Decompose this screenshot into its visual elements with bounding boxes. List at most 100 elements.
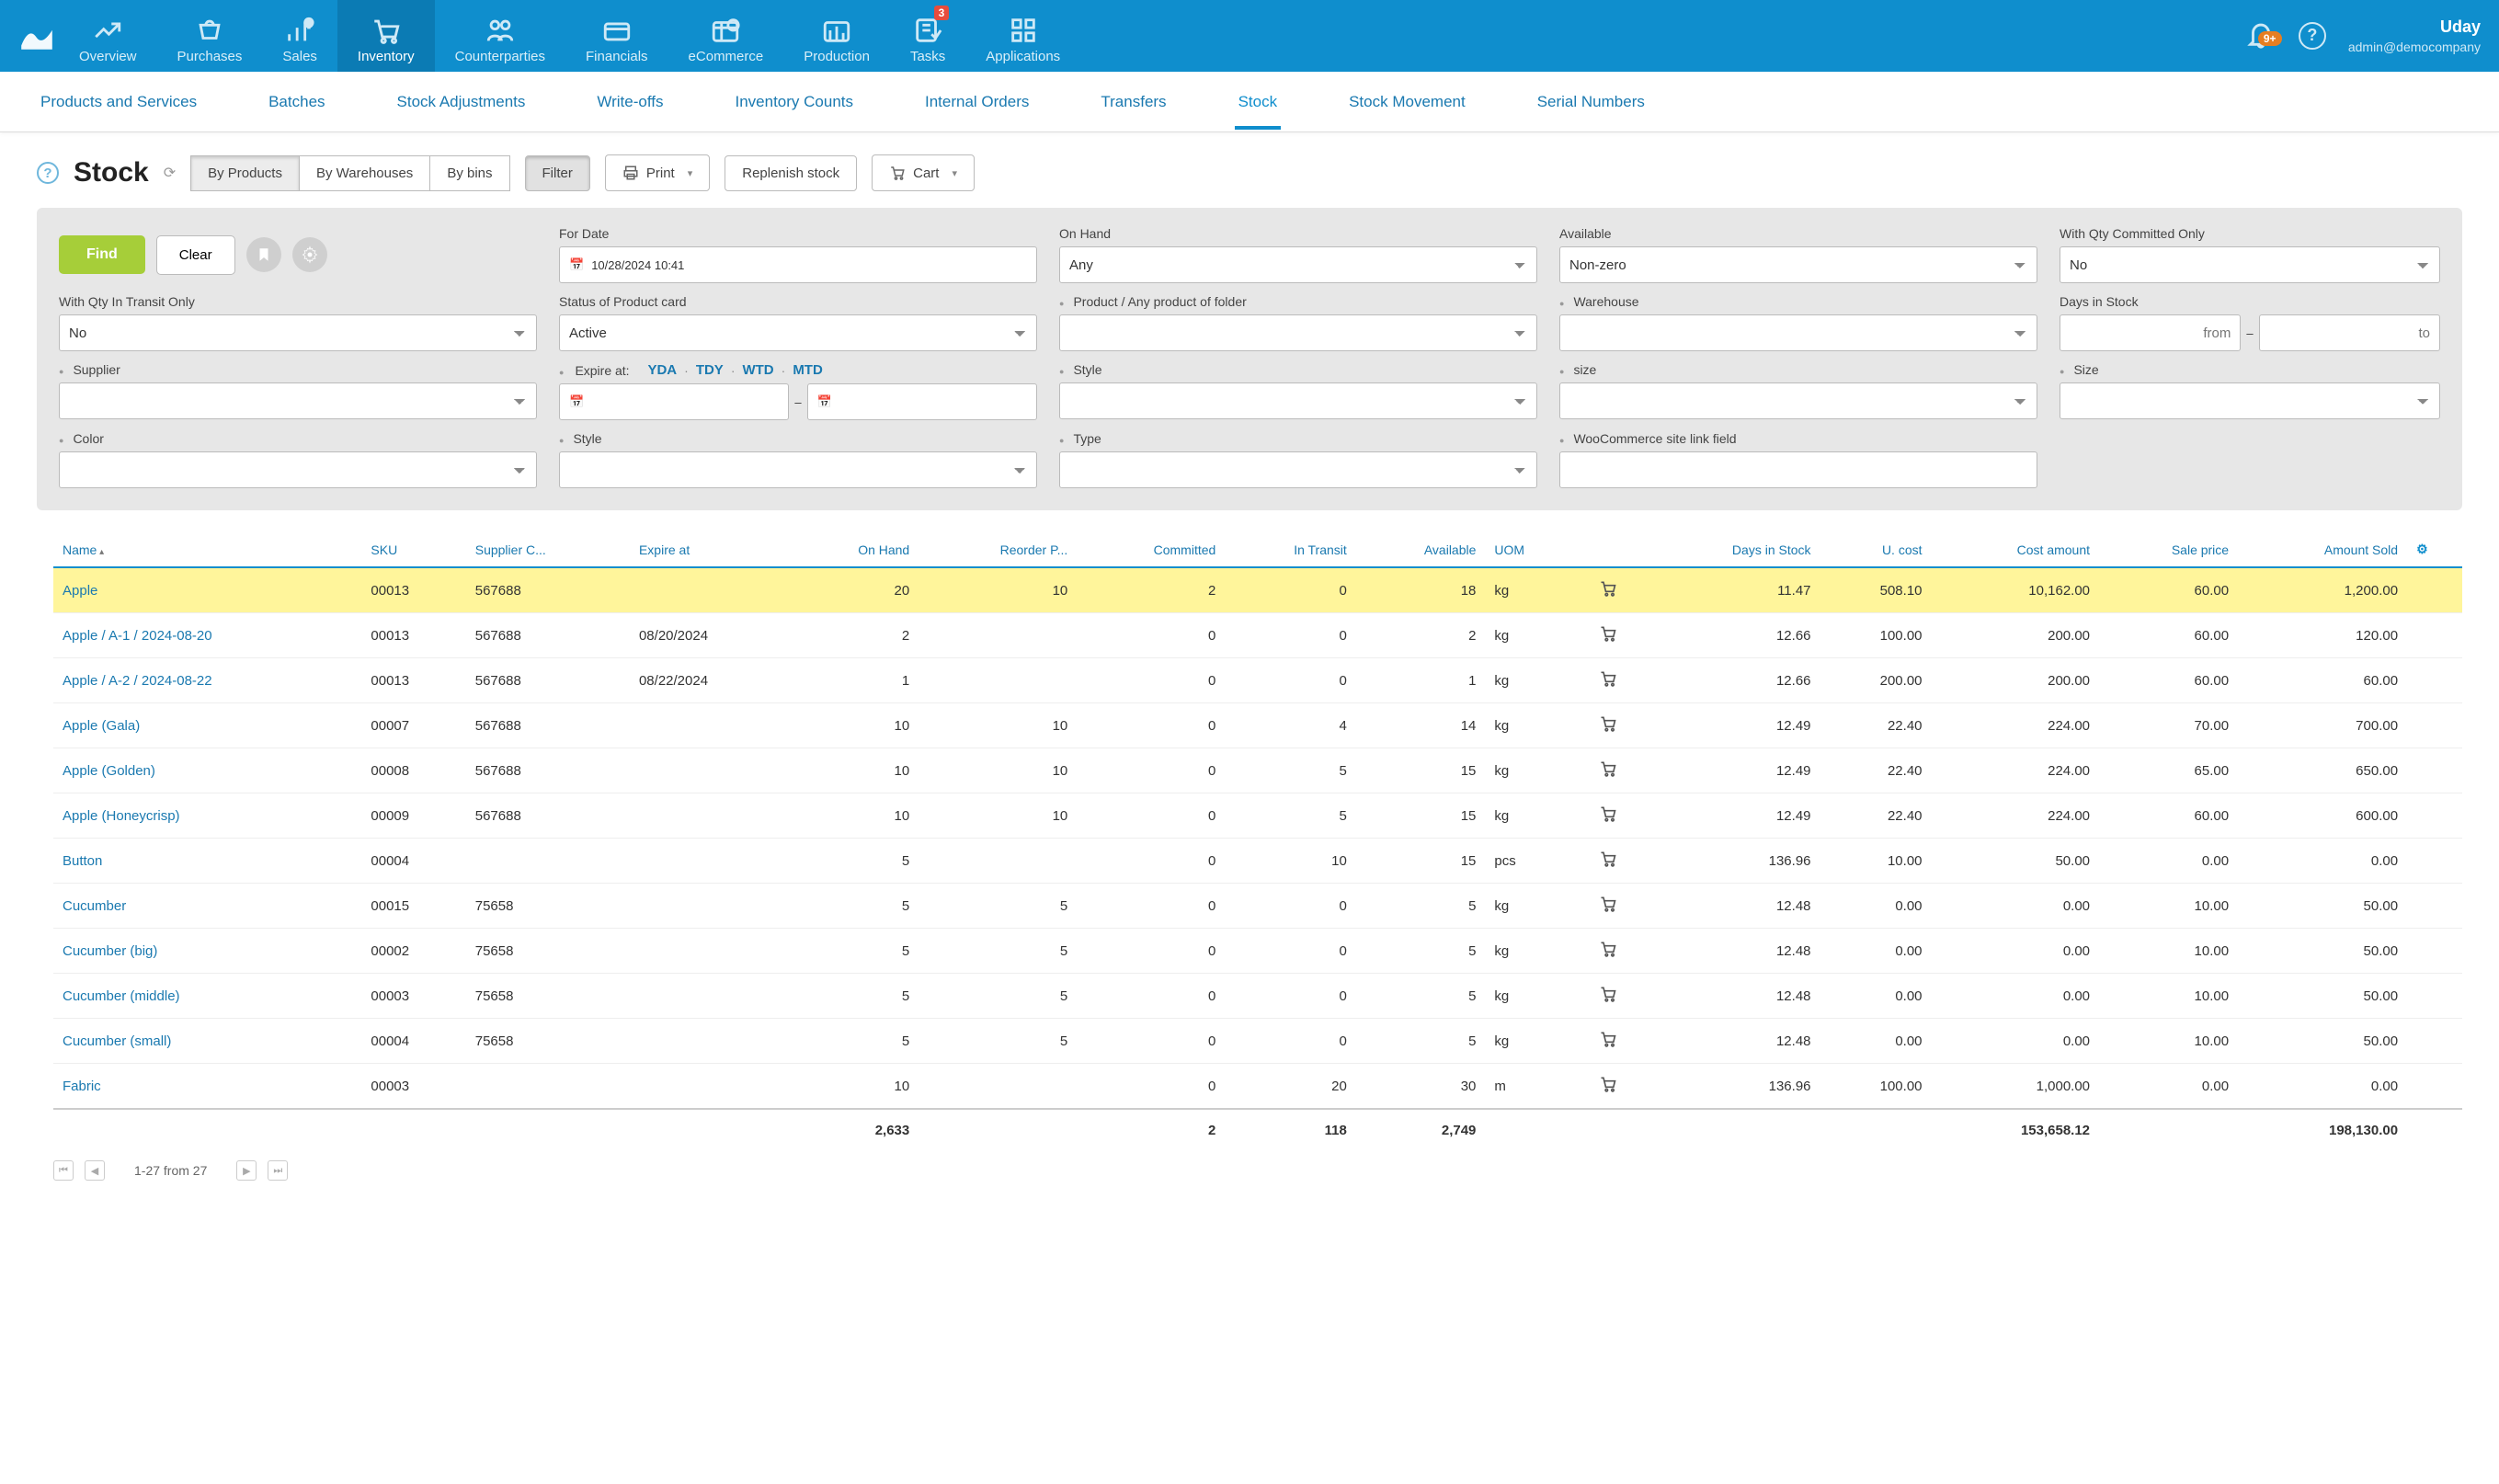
settings-gear-icon[interactable] xyxy=(292,237,327,272)
subnav-stock-movement[interactable]: Stock Movement xyxy=(1345,74,1469,130)
print-button[interactable]: Print xyxy=(605,154,710,191)
refresh-icon[interactable]: ⟳ xyxy=(164,164,176,182)
nav-tasks[interactable]: Tasks3 xyxy=(890,0,965,72)
page-help-icon[interactable]: ? xyxy=(37,162,59,184)
col-header[interactable]: Supplier C... xyxy=(466,532,630,567)
row-cart-icon[interactable] xyxy=(1599,669,1617,688)
col-header[interactable] xyxy=(1574,532,1641,567)
woo-input[interactable] xyxy=(1559,451,2037,488)
subnav-products-and-services[interactable]: Products and Services xyxy=(37,74,200,130)
row-cart-icon[interactable] xyxy=(1599,985,1617,1003)
size2-select[interactable] xyxy=(2060,382,2440,419)
warehouse-select[interactable] xyxy=(1559,314,2037,351)
col-header[interactable]: In Transit xyxy=(1225,532,1356,567)
row-cart-icon[interactable] xyxy=(1599,895,1617,913)
style2-select[interactable] xyxy=(559,451,1037,488)
available-select[interactable]: Non-zero xyxy=(1559,246,2037,283)
cell[interactable] xyxy=(1574,974,1641,1019)
subnav-stock[interactable]: Stock xyxy=(1235,74,1282,130)
col-header[interactable]: Reorder P... xyxy=(919,532,1077,567)
product-select[interactable] xyxy=(1059,314,1537,351)
days-from-input[interactable] xyxy=(2060,314,2241,351)
col-header[interactable]: UOM xyxy=(1485,532,1574,567)
row-cart-icon[interactable] xyxy=(1599,1030,1617,1048)
cell[interactable] xyxy=(1574,567,1641,613)
table-row[interactable]: Apple (Golden)0000856768810100515kg12.49… xyxy=(53,748,2462,793)
col-header[interactable]: Sale price xyxy=(2099,532,2238,567)
table-row[interactable]: Cucumber (middle)000037565855005kg12.480… xyxy=(53,974,2462,1019)
app-logo-icon[interactable] xyxy=(15,14,59,58)
table-row[interactable]: Cucumber000157565855005kg12.480.000.0010… xyxy=(53,884,2462,929)
table-row[interactable]: Apple0001356768820102018kg11.47508.1010,… xyxy=(53,567,2462,613)
table-row[interactable]: Apple (Honeycrisp)0000956768810100515kg1… xyxy=(53,793,2462,839)
find-button[interactable]: Find xyxy=(59,235,145,274)
cell[interactable] xyxy=(1574,884,1641,929)
table-row[interactable]: Button00004501015pcs136.9610.0050.000.00… xyxy=(53,839,2462,884)
cell[interactable] xyxy=(1574,929,1641,974)
cell[interactable] xyxy=(1574,839,1641,884)
cell[interactable] xyxy=(1574,613,1641,658)
cell[interactable] xyxy=(1574,703,1641,748)
status-select[interactable]: Active xyxy=(559,314,1037,351)
segment-by-bins[interactable]: By bins xyxy=(430,155,509,191)
expire-tdy[interactable]: TDY xyxy=(696,362,724,378)
table-row[interactable]: Apple (Gala)0000756768810100414kg12.4922… xyxy=(53,703,2462,748)
notifications-bell[interactable]: 9+ xyxy=(2245,18,2276,52)
segment-by-products[interactable]: By Products xyxy=(190,155,300,191)
for-date-input[interactable]: 📅10/28/2024 10:41 xyxy=(559,246,1037,283)
expire-wtd[interactable]: WTD xyxy=(742,362,773,378)
color-select[interactable] xyxy=(59,451,537,488)
expire-yda[interactable]: YDA xyxy=(647,362,677,378)
table-row[interactable]: Apple / A-2 / 2024-08-220001356768808/22… xyxy=(53,658,2462,703)
row-cart-icon[interactable] xyxy=(1599,805,1617,823)
col-header[interactable]: Expire at xyxy=(630,532,791,567)
cell[interactable] xyxy=(1574,1019,1641,1064)
nav-overview[interactable]: Overview xyxy=(59,0,157,72)
user-menu[interactable]: Uday admin@democompany xyxy=(2348,17,2481,55)
nav-inventory[interactable]: Inventory xyxy=(337,0,435,72)
col-header[interactable]: Available xyxy=(1356,532,1486,567)
cell[interactable] xyxy=(1574,1064,1641,1110)
cell[interactable] xyxy=(1574,748,1641,793)
subnav-write-offs[interactable]: Write-offs xyxy=(593,74,667,130)
nav-sales[interactable]: $Sales xyxy=(262,0,337,72)
row-cart-icon[interactable] xyxy=(1599,759,1617,778)
subnav-inventory-counts[interactable]: Inventory Counts xyxy=(731,74,857,130)
qty-transit-select[interactable]: No xyxy=(59,314,537,351)
bookmark-icon[interactable] xyxy=(246,237,281,272)
pager-last[interactable]: ⏭ xyxy=(268,1160,288,1181)
nav-ecommerce[interactable]: eCommerce xyxy=(668,0,784,72)
help-icon[interactable]: ? xyxy=(2299,22,2326,50)
style1-select[interactable] xyxy=(1059,382,1537,419)
col-header[interactable]: U. cost xyxy=(1820,532,1932,567)
subnav-batches[interactable]: Batches xyxy=(265,74,328,130)
row-cart-icon[interactable] xyxy=(1599,1075,1617,1093)
expire-to-input[interactable]: 📅 xyxy=(807,383,1037,420)
column-settings-icon[interactable]: ⚙ xyxy=(2407,532,2462,567)
col-header[interactable]: SKU xyxy=(361,532,465,567)
subnav-serial-numbers[interactable]: Serial Numbers xyxy=(1534,74,1649,130)
cell[interactable] xyxy=(1574,658,1641,703)
supplier-select[interactable] xyxy=(59,382,537,419)
nav-financials[interactable]: Financials xyxy=(565,0,668,72)
row-cart-icon[interactable] xyxy=(1599,624,1617,643)
nav-applications[interactable]: Applications xyxy=(965,0,1080,72)
pager-next[interactable]: ▶ xyxy=(236,1160,257,1181)
nav-counterparties[interactable]: Counterparties xyxy=(435,0,565,72)
row-cart-icon[interactable] xyxy=(1599,714,1617,733)
row-cart-icon[interactable] xyxy=(1599,940,1617,958)
col-header[interactable]: On Hand xyxy=(791,532,919,567)
col-header[interactable]: Cost amount xyxy=(1932,532,2100,567)
type-select[interactable] xyxy=(1059,451,1537,488)
size1-select[interactable] xyxy=(1559,382,2037,419)
expire-from-input[interactable]: 📅 xyxy=(559,383,789,420)
subnav-transfers[interactable]: Transfers xyxy=(1097,74,1170,130)
nav-purchases[interactable]: Purchases xyxy=(157,0,263,72)
row-cart-icon[interactable] xyxy=(1599,579,1617,598)
filter-button[interactable]: Filter xyxy=(525,155,590,191)
table-row[interactable]: Cucumber (small)000047565855005kg12.480.… xyxy=(53,1019,2462,1064)
expire-mtd[interactable]: MTD xyxy=(793,362,823,378)
cell[interactable] xyxy=(1574,793,1641,839)
pager-prev[interactable]: ◀ xyxy=(85,1160,105,1181)
qty-committed-select[interactable]: No xyxy=(2060,246,2440,283)
